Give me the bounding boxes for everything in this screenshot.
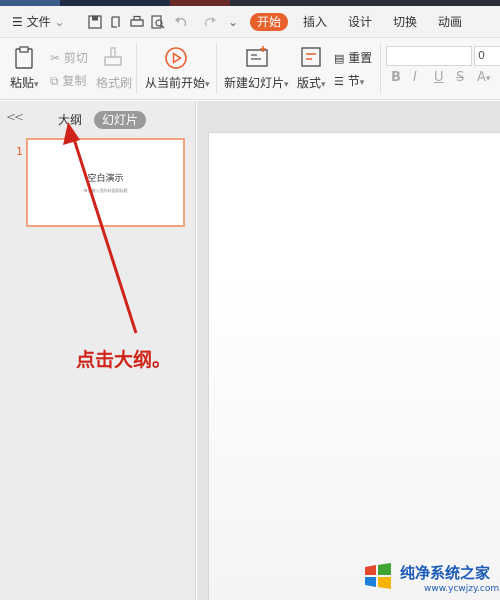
play-dropdown-icon: ▾ bbox=[205, 80, 210, 90]
slide-number: 1 bbox=[16, 145, 23, 158]
font-color-button[interactable]: A▾ bbox=[477, 70, 490, 85]
play-from-current-button[interactable]: 从当前开始▾ bbox=[145, 74, 210, 91]
strikethrough-button[interactable]: S bbox=[456, 70, 464, 85]
slide-editor-area bbox=[197, 101, 500, 600]
thumbnail-subtitle: 单击输入您的封面副标题 bbox=[83, 188, 128, 193]
font-color-dropdown-icon: ▾ bbox=[485, 74, 491, 84]
tab-home[interactable]: 开始 bbox=[250, 13, 289, 31]
file-menu[interactable]: ☰ 文件 ⌄ bbox=[12, 13, 65, 31]
tab-insert[interactable]: 插入 bbox=[303, 13, 327, 31]
new-slide-button[interactable]: 新建幻灯片▾ bbox=[224, 74, 289, 91]
section-button[interactable]: ☰ 节▾ bbox=[334, 72, 364, 89]
paste-label: 粘贴 bbox=[10, 76, 35, 90]
format-painter-button[interactable]: 格式刷 bbox=[96, 74, 132, 91]
section-dropdown-icon: ▾ bbox=[359, 78, 365, 88]
play-icon[interactable] bbox=[164, 46, 188, 70]
tab-animation[interactable]: 动画 bbox=[438, 13, 462, 31]
windows-logo-icon bbox=[365, 563, 391, 589]
paste-icon[interactable] bbox=[14, 46, 36, 70]
ribbon-separator bbox=[136, 44, 137, 94]
new-slide-label: 新建幻灯片 bbox=[224, 76, 285, 90]
new-slide-dropdown-icon: ▾ bbox=[284, 80, 289, 90]
font-size-input[interactable]: 0 bbox=[474, 46, 500, 66]
section-label: 节 bbox=[347, 74, 360, 88]
export-pdf-icon[interactable] bbox=[109, 15, 123, 29]
file-menu-label: 文件 bbox=[26, 15, 51, 29]
slide-canvas[interactable] bbox=[208, 132, 500, 600]
undo-icon[interactable] bbox=[174, 15, 188, 29]
copy-icon: ⧉ bbox=[50, 74, 59, 88]
print-preview-icon[interactable] bbox=[151, 15, 165, 29]
hamburger-icon: ☰ bbox=[12, 15, 23, 29]
site-watermark: 纯净系统之家 www.ycwjzy.com bbox=[362, 556, 500, 600]
scissors-icon: ✂ bbox=[50, 51, 61, 65]
thumbnail-title: 空白演示 bbox=[87, 174, 124, 184]
tab-outline[interactable]: 大纲 bbox=[58, 111, 82, 128]
section-icon: ☰ bbox=[334, 75, 344, 88]
reset-label: 重置 bbox=[348, 51, 373, 65]
layout-dropdown-icon: ▾ bbox=[321, 80, 326, 90]
paste-button[interactable]: 粘贴▾ bbox=[10, 74, 39, 91]
new-slide-icon[interactable] bbox=[245, 45, 269, 69]
reset-button[interactable]: ▤ 重置 bbox=[334, 49, 372, 66]
cut-button[interactable]: ✂ 剪切 bbox=[50, 49, 88, 66]
paste-dropdown-icon: ▾ bbox=[34, 80, 39, 90]
save-icon[interactable] bbox=[88, 15, 102, 29]
watermark-url: www.ycwjzy.com bbox=[424, 584, 500, 594]
menu-bar: ☰ 文件 ⌄ ⌄ 开始 插入 设计 切换 动画 bbox=[0, 6, 500, 38]
collapse-panel-icon[interactable]: << bbox=[6, 110, 24, 124]
bold-button[interactable]: B bbox=[391, 70, 401, 85]
redo-icon[interactable] bbox=[203, 15, 217, 29]
print-icon[interactable] bbox=[130, 15, 144, 29]
italic-button[interactable]: I bbox=[413, 70, 417, 85]
font-name-select[interactable] bbox=[386, 46, 472, 66]
layout-label: 版式 bbox=[297, 76, 322, 90]
play-from-current-label: 从当前开始 bbox=[145, 76, 206, 90]
tab-slides[interactable]: 幻灯片 bbox=[94, 111, 147, 129]
format-painter-icon[interactable] bbox=[102, 46, 124, 70]
layout-icon[interactable] bbox=[300, 46, 322, 68]
copy-button[interactable]: ⧉ 复制 bbox=[50, 72, 86, 89]
watermark-name: 纯净系统之家 bbox=[400, 564, 491, 582]
ribbon-toolbar: 粘贴▾ ✂ 剪切 ⧉ 复制 格式刷 从当前开始▾ 新建幻灯片▾ 版式▾ ▤ 重置… bbox=[0, 38, 500, 100]
font-color-label: A bbox=[477, 70, 486, 85]
reset-icon: ▤ bbox=[334, 52, 345, 65]
ribbon-separator bbox=[380, 44, 381, 94]
slide-thumbnail[interactable]: 空白演示 单击输入您的封面副标题 bbox=[26, 138, 185, 227]
cut-label: 剪切 bbox=[63, 51, 88, 65]
tab-transition[interactable]: 切换 bbox=[393, 13, 417, 31]
more-dropdown-icon[interactable]: ⌄ bbox=[228, 13, 238, 31]
underline-button[interactable]: U bbox=[434, 70, 444, 85]
copy-label: 复制 bbox=[62, 74, 87, 88]
chevron-down-icon: ⌄ bbox=[54, 15, 65, 29]
layout-button[interactable]: 版式▾ bbox=[297, 74, 326, 91]
tab-design[interactable]: 设计 bbox=[348, 13, 372, 31]
ribbon-separator bbox=[216, 44, 217, 94]
annotation-text: 点击大纲。 bbox=[76, 349, 172, 371]
